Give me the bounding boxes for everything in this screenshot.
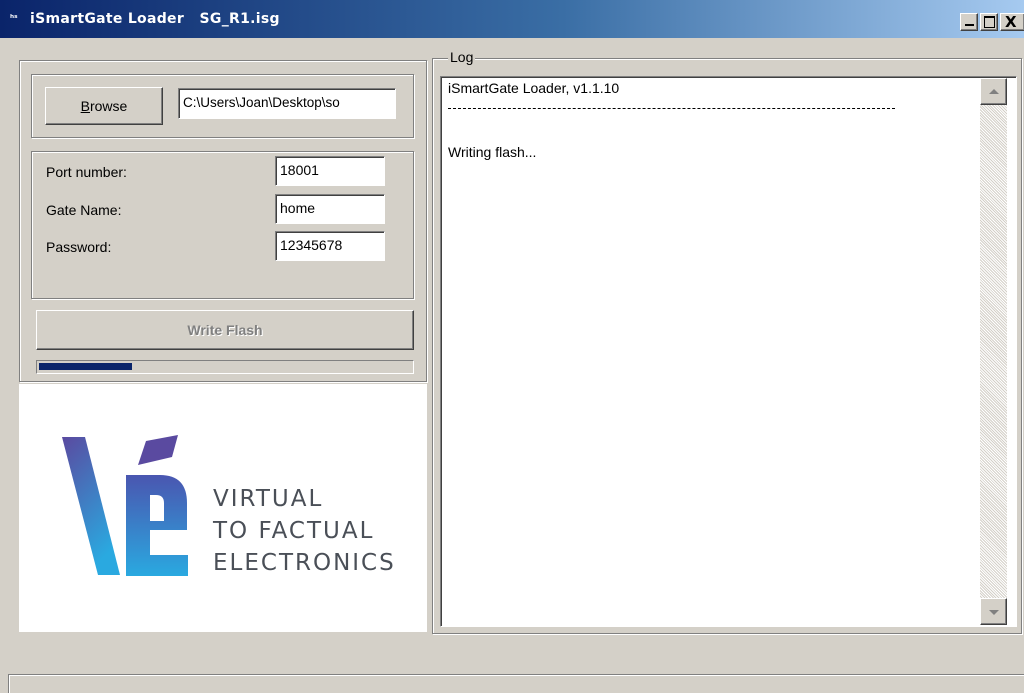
log-separator — [448, 108, 895, 109]
close-icon: X — [1005, 13, 1017, 31]
browse-button[interactable]: Browse — [45, 87, 163, 125]
logo-text-line2: TO FACTUAL — [213, 518, 375, 544]
log-legend: Log — [448, 48, 476, 66]
minimize-button[interactable] — [960, 13, 978, 31]
port-number-field[interactable]: 18001 — [275, 156, 385, 186]
log-line: iSmartGate Loader, v1.1.10 — [448, 80, 620, 96]
status-bar — [8, 674, 1024, 693]
logo-text-line3: ELECTRONICS — [213, 550, 396, 576]
password-label: Password: — [46, 239, 112, 255]
progress-bar — [36, 360, 414, 374]
arrow-down-icon — [989, 610, 999, 615]
close-button[interactable]: X — [1000, 13, 1024, 31]
log-scrollbar[interactable] — [980, 78, 1007, 625]
window-title: iSmartGate Loader SG_R1.isg — [30, 11, 280, 27]
maximize-button[interactable] — [980, 13, 998, 31]
port-number-label: Port number: — [46, 164, 127, 180]
browse-mnemonic: B — [80, 98, 90, 114]
browse-label: rowse — [89, 98, 128, 114]
arrow-up-icon — [989, 89, 999, 94]
gate-name-label: Gate Name: — [46, 202, 122, 218]
vte-logo-icon — [62, 435, 188, 576]
scroll-up-button[interactable] — [980, 78, 1007, 105]
scroll-down-button[interactable] — [980, 598, 1007, 625]
gate-name-field[interactable]: home — [275, 194, 385, 224]
progress-fill — [39, 363, 132, 370]
minimize-icon — [965, 24, 974, 26]
app-icon: ʰˢ — [10, 14, 18, 24]
file-path-field[interactable]: C:\Users\Joan\Desktop\so — [178, 88, 396, 119]
write-flash-button[interactable]: Write Flash — [36, 310, 414, 350]
logo-text-line1: VIRTUAL — [213, 486, 324, 512]
password-field[interactable]: 12345678 — [275, 231, 385, 261]
log-line: Writing flash... — [448, 144, 537, 160]
maximize-icon — [984, 16, 995, 28]
